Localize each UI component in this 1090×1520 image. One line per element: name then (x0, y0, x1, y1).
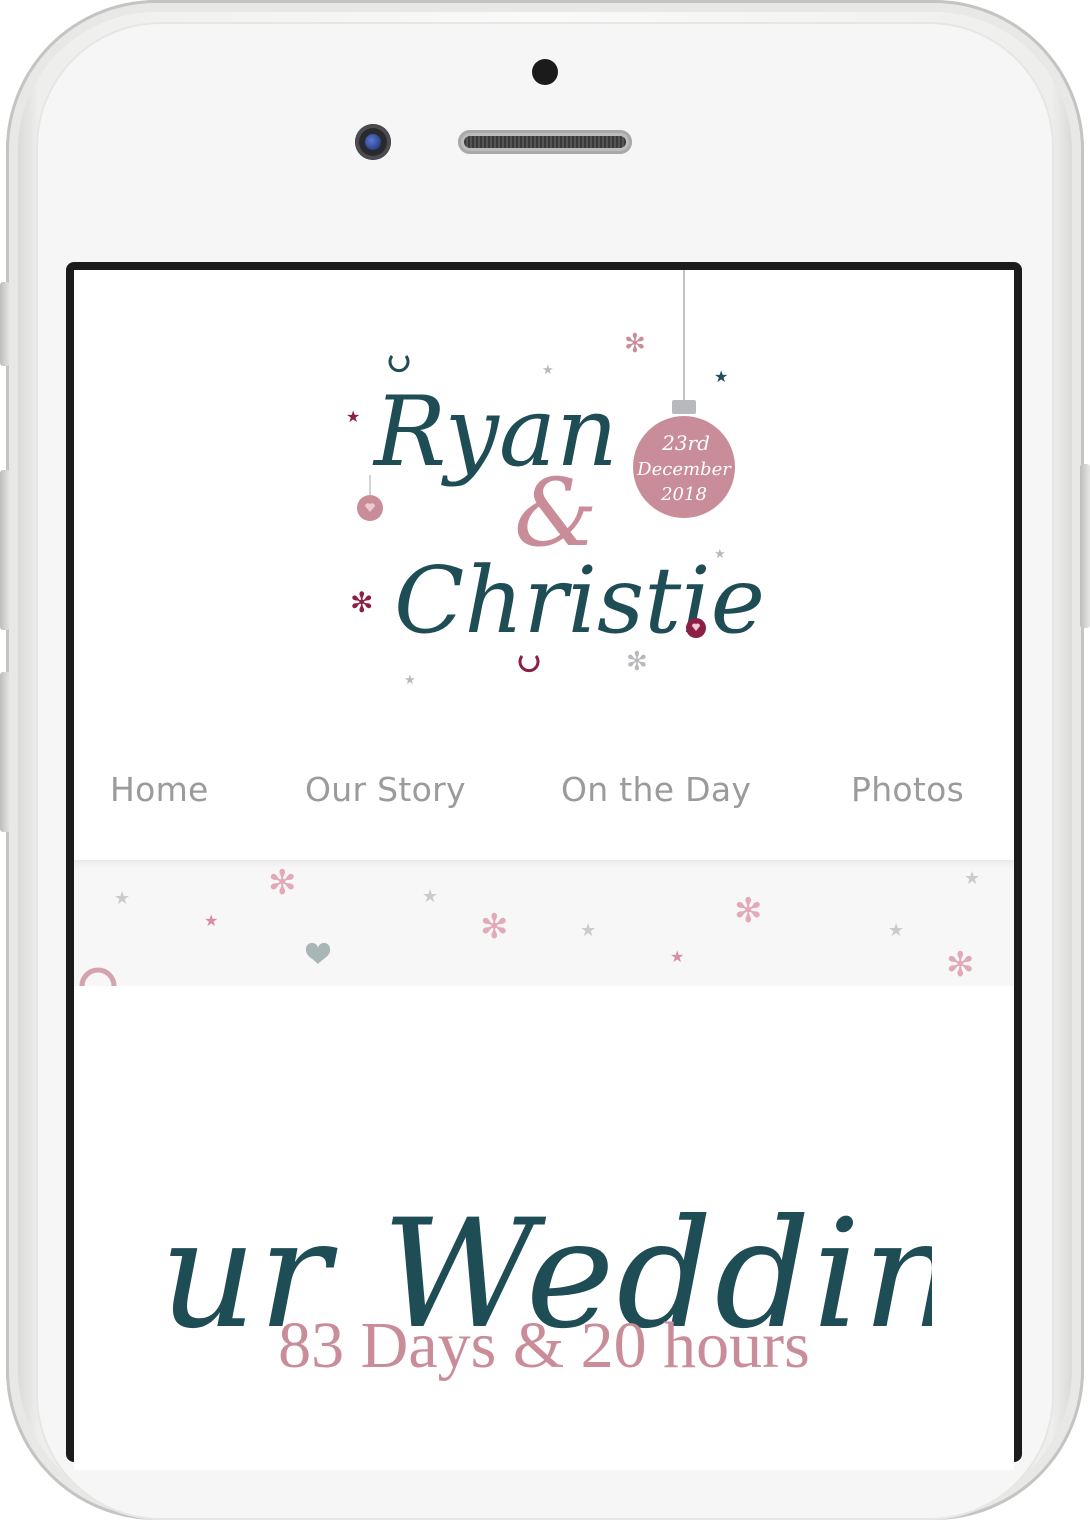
flower-icon: ✻ (946, 945, 975, 985)
front-camera-icon (532, 59, 558, 85)
star-icon: ★ (404, 673, 416, 688)
horseshoe-icon (518, 655, 540, 673)
flower-icon: ✻ (624, 329, 646, 359)
nav-item-photos[interactable]: Photos (851, 770, 964, 809)
camera-lens-icon (355, 124, 391, 160)
flower-icon: ✻ (734, 891, 763, 931)
star-icon: ★ (114, 888, 130, 909)
star-icon: ★ (422, 886, 438, 907)
nav-item-our-story[interactable]: Our Story (305, 770, 466, 809)
horseshoe-icon (388, 355, 410, 373)
silent-switch (0, 282, 10, 366)
star-icon: ★ (670, 947, 684, 966)
small-bauble-right-icon (686, 618, 706, 638)
star-icon: ★ (888, 920, 904, 941)
phone-screen: 23rd December 2018 Ryan & Christie ★ ★ ★… (66, 262, 1022, 1470)
flower-icon: ✻ (350, 586, 373, 619)
date-line-2: December (636, 459, 732, 480)
star-icon: ★ (714, 367, 728, 386)
star-icon: ★ (542, 363, 554, 378)
logo-name-christie: Christie (394, 547, 765, 654)
flower-icon: ✻ (480, 907, 509, 947)
hero-section: Our Wedding 83 Days & 20 hours (74, 986, 1014, 1470)
flower-icon: ✻ (626, 647, 648, 677)
web-page: 23rd December 2018 Ryan & Christie ★ ★ ★… (74, 270, 1014, 1470)
date-line-1: 23rd (661, 431, 710, 455)
countdown-text: 83 Days & 20 hours (278, 1309, 810, 1382)
star-icon: ★ (204, 911, 218, 930)
nav-item-on-the-day[interactable]: On the Day (561, 770, 751, 809)
nav-item-home[interactable]: Home (110, 770, 209, 809)
main-nav: Home Our Story On the Day Photos (74, 750, 1014, 860)
earpiece-speaker (458, 130, 632, 154)
heart-icon (305, 942, 331, 964)
star-icon: ★ (580, 920, 596, 941)
date-line-3: 2018 (660, 484, 707, 505)
volume-down-button (0, 672, 10, 832)
star-icon: ★ (714, 547, 726, 562)
volume-up-button (0, 470, 10, 630)
power-button (1080, 464, 1090, 628)
star-icon: ★ (346, 407, 360, 426)
decorative-pattern-banner: ★ ★ ✻ ★ ✻ ★ ★ ✻ ★ ✻ ★ (74, 860, 1014, 986)
horseshoe-icon (79, 967, 117, 986)
star-icon: ★ (964, 868, 980, 889)
flower-icon: ✻ (268, 863, 297, 903)
site-logo[interactable]: 23rd December 2018 Ryan & Christie ★ ★ ★… (74, 270, 1014, 720)
